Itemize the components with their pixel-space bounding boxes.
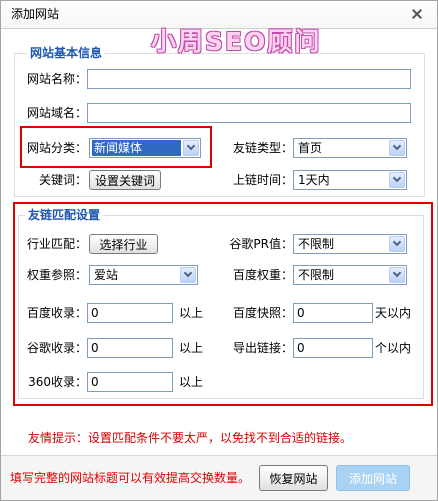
- chevron-down-icon[interactable]: [180, 267, 196, 283]
- chevron-down-icon[interactable]: [389, 140, 405, 156]
- select-industry-button[interactable]: 选择行业: [89, 234, 158, 254]
- site-domain-input[interactable]: [87, 103, 411, 123]
- industry-label: 行业匹配：: [26, 237, 87, 251]
- baidu-snapshot-label: 百度快照：: [232, 306, 293, 320]
- google-pr-select[interactable]: 不限制: [293, 234, 407, 254]
- weight-ref-selected-value: 爱站: [94, 268, 119, 282]
- baidu-index-unit: 以上: [179, 306, 204, 320]
- set-keywords-button[interactable]: 设置关键词: [89, 170, 161, 190]
- site-name-input[interactable]: [87, 69, 411, 89]
- restore-site-button[interactable]: 恢复网站: [259, 465, 328, 491]
- baidu-weight-selected-value: 不限制: [298, 268, 335, 282]
- baidu-snapshot-input[interactable]: [293, 303, 373, 323]
- close-icon[interactable]: [410, 7, 424, 21]
- outbound-links-input[interactable]: [293, 338, 373, 358]
- friendly-tip: 友情提示：设置匹配条件不要太严，以免找不到合适的链接。: [28, 431, 353, 445]
- link-type-select[interactable]: 首页: [293, 138, 407, 158]
- link-type-selected-value: 首页: [298, 141, 323, 155]
- chevron-down-icon[interactable]: [389, 267, 405, 283]
- baidu-snapshot-unit: 天以内: [375, 306, 412, 320]
- link-time-select[interactable]: 1天内: [293, 170, 407, 190]
- watermark: 小周SEO顾问: [151, 27, 322, 56]
- baidu-weight-label: 百度权重：: [232, 268, 293, 282]
- add-site-dialog: 添加网站 小周SEO顾问 网站基本信息 网站名称： 网站域名： 网站分类： 新闻…: [0, 0, 438, 501]
- match-settings-legend: 友链匹配设置: [25, 207, 104, 223]
- index-360-unit: 以上: [179, 375, 204, 389]
- link-time-selected-value: 1天内: [298, 173, 330, 187]
- weight-ref-select[interactable]: 爱站: [89, 265, 198, 285]
- weight-ref-label: 权重参照：: [26, 268, 87, 282]
- category-annotation-box: [20, 126, 212, 168]
- basic-info-legend: 网站基本信息: [27, 45, 106, 61]
- site-name-label: 网站名称：: [26, 72, 87, 86]
- add-site-button[interactable]: 添加网站: [336, 465, 410, 491]
- google-index-unit: 以上: [179, 341, 204, 355]
- baidu-index-label: 百度收录：: [26, 306, 87, 320]
- outbound-links-label: 导出链接：: [232, 341, 293, 355]
- baidu-weight-select[interactable]: 不限制: [293, 265, 407, 285]
- index-360-input[interactable]: [87, 372, 173, 392]
- baidu-index-input[interactable]: [87, 303, 173, 323]
- index-360-label: 360收录：: [28, 375, 87, 389]
- google-index-input[interactable]: [87, 338, 173, 358]
- outbound-links-unit: 个以内: [375, 341, 412, 355]
- link-time-label: 上链时间：: [232, 173, 293, 187]
- footer-hint: 填写完整的网站标题可以有效提高交换数量。: [10, 471, 251, 485]
- link-type-label: 友链类型：: [232, 141, 293, 155]
- google-pr-selected-value: 不限制: [298, 237, 335, 251]
- google-pr-label: 谷歌PR值：: [229, 237, 293, 251]
- chevron-down-icon[interactable]: [389, 236, 405, 252]
- dialog-title: 添加网站: [11, 7, 60, 21]
- google-index-label: 谷歌收录：: [26, 341, 87, 355]
- keywords-label: 关键词：: [38, 173, 87, 187]
- chevron-down-icon[interactable]: [389, 172, 405, 188]
- site-domain-label: 网站域名：: [26, 106, 87, 120]
